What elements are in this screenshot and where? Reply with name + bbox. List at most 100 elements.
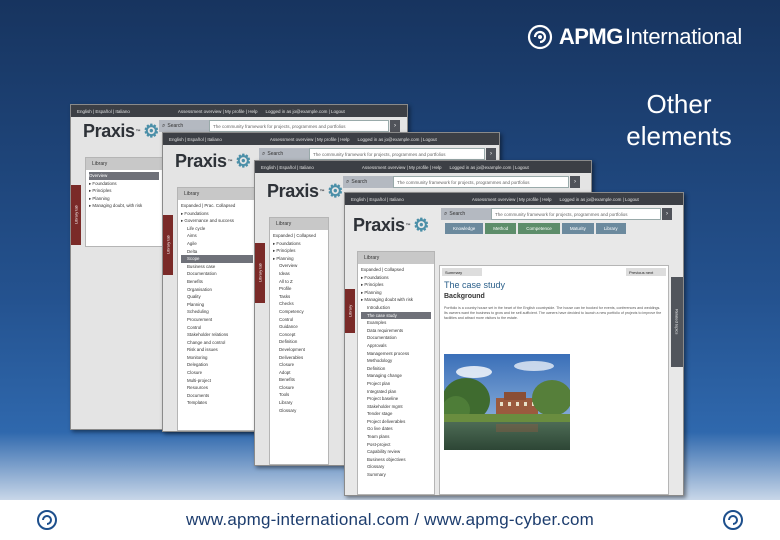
tree-item[interactable]: Documentation	[181, 270, 253, 278]
tree-item[interactable]: Managing change	[361, 372, 431, 380]
search-input[interactable]: The community framework for projects, pr…	[393, 176, 569, 188]
tree-item[interactable]: Scheduling	[181, 308, 253, 316]
tree-item[interactable]: Data requirements	[361, 327, 431, 335]
tree-item[interactable]: Integrated plan	[361, 388, 431, 396]
tree-item[interactable]: Post-project	[361, 441, 431, 449]
related-topics-tab[interactable]: Related topics	[671, 277, 683, 367]
tree-item[interactable]: ▸ Principles	[361, 281, 431, 289]
search-input[interactable]: The community framework for projects, pr…	[209, 120, 389, 132]
language-links[interactable]: English | Español | Italiano	[169, 137, 222, 142]
tree-item[interactable]: Scope	[181, 255, 253, 263]
tree-item[interactable]: Approvals	[361, 342, 431, 350]
tree-item[interactable]: The case study	[361, 311, 431, 320]
language-links[interactable]: English | Español | Italiano	[351, 197, 404, 202]
tree-item[interactable]: ▸ Foundations	[181, 210, 253, 218]
tree-item[interactable]: Change and control	[181, 339, 253, 347]
tab-library[interactable]: Library	[595, 223, 626, 234]
tree-item[interactable]: Guidance	[273, 323, 325, 331]
tree-item[interactable]: Stakeholder relations	[181, 331, 253, 339]
tree-item[interactable]: Tender stage	[361, 410, 431, 418]
tree-item[interactable]: Expanded | Collapsed	[273, 232, 325, 240]
tree-item[interactable]: Life cycle	[181, 225, 253, 233]
tree-item[interactable]: Business objectives	[361, 456, 431, 464]
tree-item[interactable]: Templates	[181, 399, 253, 407]
tree-item[interactable]: Glossary	[273, 407, 325, 415]
tree-item[interactable]: Competency	[273, 308, 325, 316]
tree-item[interactable]: Planning	[181, 301, 253, 309]
tree-item[interactable]: Development	[273, 346, 325, 354]
tree-item[interactable]: Overview	[273, 262, 325, 270]
tree-item[interactable]: Tasks	[273, 293, 325, 301]
side-tab[interactable]: Library tab	[71, 185, 81, 245]
tree-item[interactable]: Benefits	[181, 278, 253, 286]
tree-item[interactable]: Quality	[181, 293, 253, 301]
account-links[interactable]: Logged in as jo@example.com | Logout	[450, 165, 529, 170]
tree-item[interactable]: Monitoring	[181, 354, 253, 362]
prev-next-tab[interactable]: Previous next	[626, 268, 666, 276]
tree-item[interactable]: Management process	[361, 350, 431, 358]
tree-item[interactable]: Introduction	[361, 304, 431, 312]
tree-item[interactable]: Project baseline	[361, 395, 431, 403]
tree-item[interactable]: Project plan	[361, 380, 431, 388]
tree-item[interactable]: Aims	[181, 232, 253, 240]
top-nav[interactable]: Assessment overview | My profile | Help	[472, 197, 552, 202]
account-links[interactable]: Logged in as jo@example.com | Logout	[560, 197, 639, 202]
library-header[interactable]: Library	[86, 158, 162, 170]
tree-item[interactable]: All to Z	[273, 278, 325, 286]
tab-competence[interactable]: Competence	[518, 223, 560, 234]
tree-item[interactable]: Risk and issues	[181, 346, 253, 354]
search-input[interactable]: The community framework for projects, pr…	[491, 208, 661, 220]
top-nav[interactable]: Assessment overview | My profile | Help	[178, 109, 258, 114]
tree-item[interactable]: Delta	[181, 248, 253, 256]
tree-item[interactable]: Closure	[273, 384, 325, 392]
tree-item[interactable]: Control	[181, 324, 253, 332]
library-header[interactable]: Library	[358, 252, 434, 264]
tree-item[interactable]: Expanded | Prac. Collapsed	[181, 202, 253, 210]
tab-maturity[interactable]: Maturity	[561, 223, 594, 234]
tree-item[interactable]: Multi-project	[181, 377, 253, 385]
tree-item[interactable]: Business case	[181, 263, 253, 271]
search-go-button[interactable]: ›	[390, 120, 400, 132]
tree-item[interactable]: Organisation	[181, 286, 253, 294]
tree-item[interactable]: ▸ Managing doubt, with risk	[89, 202, 159, 210]
library-header[interactable]: Library	[270, 218, 328, 230]
tree-item[interactable]: Documents	[181, 392, 253, 400]
tree-item[interactable]: Profile	[273, 285, 325, 293]
tree-item[interactable]: ▸ Governance and success	[181, 217, 253, 225]
tree-item[interactable]: Glossary	[361, 463, 431, 471]
search-go-button[interactable]: ›	[662, 208, 672, 220]
tree-item[interactable]: Project deliverables	[361, 418, 431, 426]
tree-item[interactable]: Concept	[273, 331, 325, 339]
footer-url[interactable]: www.apmg-international.com / www.apmg-cy…	[186, 510, 594, 530]
library-header[interactable]: Library	[178, 188, 256, 200]
tree-item[interactable]: Tools	[273, 391, 325, 399]
side-tab-library[interactable]: Library	[345, 289, 355, 333]
account-links[interactable]: Logged in as jo@example.com | Logout	[266, 109, 345, 114]
tree-item[interactable]: Stakeholder mgmt	[361, 403, 431, 411]
side-tab[interactable]: Library tab	[255, 243, 265, 303]
top-nav[interactable]: Assessment overview | My profile | Help	[362, 165, 442, 170]
top-nav[interactable]: Assessment overview | My profile | Help	[270, 137, 350, 142]
tab-method[interactable]: Method	[485, 223, 517, 234]
tree-item[interactable]: ▸ Foundations	[89, 180, 159, 188]
tree-item[interactable]: Definition	[361, 365, 431, 373]
tree-item[interactable]: Agile	[181, 240, 253, 248]
tree-item[interactable]: Control	[273, 316, 325, 324]
tree-item[interactable]: Ideas	[273, 270, 325, 278]
tree-item[interactable]: Benefits	[273, 376, 325, 384]
language-links[interactable]: English | Español | Italiano	[261, 165, 314, 170]
tree-item[interactable]: ▸ Planning	[89, 195, 159, 203]
account-links[interactable]: Logged in as jo@example.com | Logout	[358, 137, 437, 142]
tree-item[interactable]: Examples	[361, 319, 431, 327]
tree-item[interactable]: Capability review	[361, 448, 431, 456]
tree-item[interactable]: ▸ Planning	[361, 289, 431, 297]
tree-item[interactable]: ▸ Principles	[273, 247, 325, 255]
search-input[interactable]: The community framework for projects, pr…	[309, 148, 485, 160]
tree-item[interactable]: Go live dates	[361, 425, 431, 433]
summary-tab[interactable]: Summary	[442, 268, 482, 276]
tree-item[interactable]: Adopt	[273, 369, 325, 377]
tree-item[interactable]: Team plans	[361, 433, 431, 441]
language-links[interactable]: English | Español | Italiano	[77, 109, 130, 114]
tree-item[interactable]: Summary	[361, 471, 431, 479]
tree-item[interactable]: ▸ Planning	[273, 255, 325, 263]
